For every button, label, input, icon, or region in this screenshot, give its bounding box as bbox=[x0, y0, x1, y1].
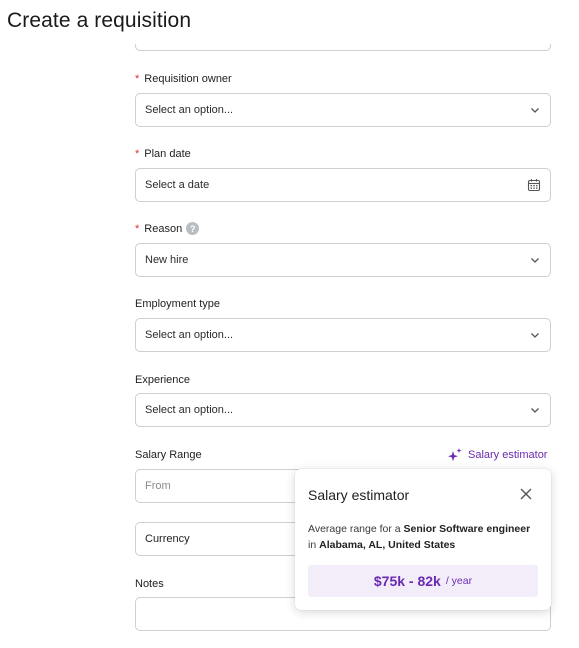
experience-value: Select an option... bbox=[145, 404, 234, 416]
salary-range-label: Salary Range bbox=[135, 449, 202, 461]
page-header: Create a requisition bbox=[0, 0, 579, 44]
reason-label: * Reason ? bbox=[135, 222, 200, 235]
experience-select[interactable]: Select an option... bbox=[135, 393, 551, 427]
employment-type-label-text: Employment type bbox=[135, 298, 220, 310]
chevron-down-icon bbox=[531, 333, 539, 338]
salary-estimator-link-label: Salary estimator bbox=[468, 449, 548, 461]
desc-prefix: Average range for a bbox=[308, 523, 401, 535]
sparkle-icon bbox=[448, 448, 462, 462]
employment-type-label: Employment type bbox=[135, 298, 220, 310]
reason-select[interactable]: New hire bbox=[135, 243, 551, 277]
salary-estimator-popover: Salary estimator Average range for a Sen… bbox=[295, 469, 551, 610]
desc-in: in bbox=[308, 539, 317, 551]
salary-range-label-text: Salary Range bbox=[135, 449, 202, 461]
range-unit: / year bbox=[445, 575, 473, 587]
requisition-owner-select[interactable]: Select an option... bbox=[135, 93, 551, 127]
plan-date-value: Select a date bbox=[145, 179, 210, 191]
desc-role: Senior Software engineer bbox=[403, 523, 531, 535]
plan-date-label-text: Plan date bbox=[144, 148, 191, 160]
currency-select[interactable]: Currency bbox=[135, 522, 305, 556]
required-mark: * bbox=[135, 222, 140, 235]
desc-location: Alabama, AL, United States bbox=[319, 539, 456, 551]
experience-label-text: Experience bbox=[135, 374, 191, 386]
experience-label: Experience bbox=[135, 374, 190, 386]
required-mark: * bbox=[135, 73, 140, 85]
salary-range-estimate: $75k - 82k / year bbox=[308, 565, 538, 597]
popover-description: Average range for a Senior Software engi… bbox=[308, 521, 544, 553]
requisition-form: * Requisition owner Select an option... … bbox=[0, 0, 579, 648]
page-title: Create a requisition bbox=[7, 9, 192, 32]
requisition-owner-label: * Requisition owner bbox=[135, 73, 232, 85]
plan-date-label: * Plan date bbox=[135, 148, 191, 160]
salary-from-input[interactable]: From bbox=[135, 469, 305, 503]
currency-value: Currency bbox=[145, 533, 190, 545]
employment-type-value: Select an option... bbox=[145, 329, 234, 341]
reason-label-text: Reason bbox=[144, 222, 183, 235]
chevron-down-icon bbox=[531, 258, 539, 263]
salary-from-placeholder: From bbox=[145, 480, 171, 492]
required-mark: * bbox=[135, 148, 140, 160]
requisition-owner-label-text: Requisition owner bbox=[144, 73, 232, 85]
reason-value: New hire bbox=[145, 254, 189, 266]
range-value: $75k - 82k bbox=[373, 573, 441, 589]
close-icon[interactable] bbox=[519, 487, 533, 501]
chevron-down-icon bbox=[531, 408, 539, 413]
help-icon[interactable]: ? bbox=[186, 222, 200, 235]
salary-estimator-link[interactable]: Salary estimator bbox=[447, 447, 547, 463]
plan-date-input[interactable]: Select a date bbox=[135, 168, 551, 202]
chevron-down-icon bbox=[531, 108, 539, 113]
notes-label-text: Notes bbox=[135, 578, 164, 590]
requisition-owner-value: Select an option... bbox=[145, 104, 234, 116]
notes-label: Notes bbox=[135, 578, 164, 590]
calendar-icon[interactable] bbox=[527, 178, 541, 192]
employment-type-select[interactable]: Select an option... bbox=[135, 318, 551, 352]
popover-title: Salary estimator bbox=[308, 487, 410, 503]
